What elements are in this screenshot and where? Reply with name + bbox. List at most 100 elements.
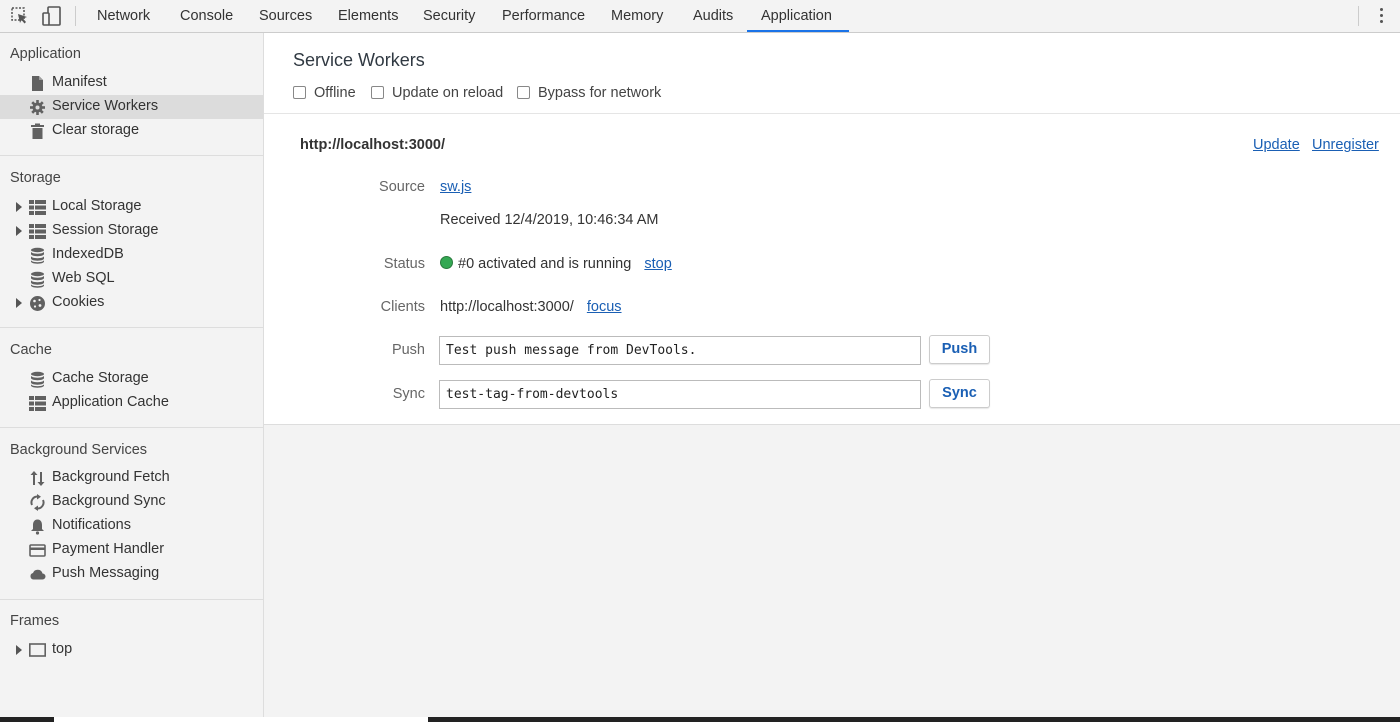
device-toolbar-icon[interactable] [42,6,62,26]
sidebar-item-label: Background Sync [52,493,166,509]
sync-button[interactable]: Sync [929,379,990,408]
section-title-application: Application [10,46,81,62]
checkbox-label: Update on reload [392,85,504,101]
tab-performance[interactable]: Performance [502,0,585,32]
toolbar-divider [75,6,76,26]
sidebar-item-background-sync[interactable]: Background Sync [0,490,263,514]
client-url: http://localhost:3000/ [440,299,574,315]
service-workers-panel: Service Workers Offline Update on reload… [264,33,1400,425]
tab-elements[interactable]: Elements [338,0,398,32]
push-message-input[interactable]: Test push message from DevTools. [439,336,921,365]
sidebar-item-payment-handler[interactable]: Payment Handler [0,538,263,562]
tab-network[interactable]: Network [97,0,150,32]
tab-audits[interactable]: Audits [693,0,733,32]
tab-application[interactable]: Application [761,0,832,32]
sidebar-item-label: IndexedDB [52,246,124,262]
update-link[interactable]: Update [1253,137,1300,153]
tab-security[interactable]: Security [423,0,475,32]
section-title-frames: Frames [10,613,60,629]
expand-arrow-icon[interactable] [16,226,22,236]
sidebar-item-indexeddb[interactable]: IndexedDB [0,243,263,267]
sync-label: Sync [392,386,425,402]
file-icon [32,76,43,91]
taskbar-segment [54,717,428,722]
sidebar-item-label: Clear storage [52,122,140,138]
section-title-storage: Storage [10,170,61,186]
header-divider [264,113,1400,114]
checkbox-box[interactable] [517,86,530,99]
sync-tag-input[interactable]: test-tag-from-devtools [439,380,921,409]
clients-label: Clients [380,299,425,315]
sidebar-item-label: top [52,641,73,657]
expand-arrow-icon[interactable] [16,645,22,655]
sidebar-item-label: Session Storage [52,222,159,238]
database-icon [31,371,44,388]
section-divider [0,599,263,600]
sidebar-item-manifest[interactable]: Manifest [0,71,263,95]
sidebar-item-label: Payment Handler [52,541,165,557]
sidebar-item-label: Web SQL [52,270,115,286]
push-button[interactable]: Push [929,335,990,364]
sidebar-item-session-storage[interactable]: Session Storage [0,219,263,243]
page-title: Service Workers [293,50,425,70]
sidebar-item-label: Cache Storage [52,370,149,386]
database-icon [31,247,44,264]
sidebar-item-service-workers[interactable]: Service Workers [0,95,263,119]
up-down-arrows-icon [30,471,45,486]
sidebar-item-notifications[interactable]: Notifications [0,514,263,538]
clients-value: http://localhost:3000/ focus [440,299,622,315]
main-content: Service Workers Offline Update on reload… [264,33,1400,722]
tab-console[interactable]: Console [180,0,233,32]
sidebar-item-background-fetch[interactable]: Background Fetch [0,466,263,490]
sidebar-item-web-sql[interactable]: Web SQL [0,267,263,291]
status-dot-icon [440,256,453,269]
sidebar-item-label: Background Fetch [52,469,170,485]
sidebar-item-application-cache[interactable]: Application Cache [0,391,263,415]
sidebar-item-label: Local Storage [52,198,142,214]
database-icon [31,271,44,288]
expand-arrow-icon[interactable] [16,202,22,212]
checkbox-label: Bypass for network [538,85,662,101]
tab-sources[interactable]: Sources [259,0,312,32]
credit-card-icon [29,544,46,557]
sidebar-item-clear-storage[interactable]: Clear storage [0,119,263,143]
taskbar-strip [0,717,1400,722]
status-label: Status [383,256,425,272]
section-title-background-services: Background Services [10,442,148,458]
toolbar-divider [1358,6,1359,26]
sidebar: Application Manifest Service Workers Cle… [0,33,264,722]
sidebar-item-label: Push Messaging [52,565,160,581]
status-value: #0 activated and is running stop [440,256,672,272]
sidebar-item-push-messaging[interactable]: Push Messaging [0,562,263,586]
tab-memory[interactable]: Memory [611,0,663,32]
checkbox-box[interactable] [293,86,306,99]
expand-arrow-icon[interactable] [16,298,22,308]
cookie-icon [30,296,45,311]
sidebar-item-label: Cookies [52,294,105,310]
section-divider [0,427,263,428]
checkbox-box[interactable] [371,86,384,99]
sidebar-item-label: Service Workers [52,98,159,114]
sidebar-item-label: Manifest [52,74,107,90]
sync-icon [30,494,45,511]
received-time: Received 12/4/2019, 10:46:34 AM [440,212,659,228]
sidebar-item-cookies[interactable]: Cookies [0,291,263,315]
stop-link[interactable]: stop [644,256,671,272]
gear-icon [30,100,45,115]
sidebar-item-local-storage[interactable]: Local Storage [0,195,263,219]
inspect-element-icon[interactable] [10,6,30,26]
focus-link[interactable]: focus [587,299,622,315]
source-label: Source [379,179,425,195]
more-options-icon[interactable] [1378,7,1386,25]
section-title-cache: Cache [10,342,52,358]
sidebar-item-label: Notifications [52,517,131,533]
sidebar-item-cache-storage[interactable]: Cache Storage [0,367,263,391]
grid-icon [29,396,46,411]
active-tab-indicator [747,30,849,32]
source-link[interactable]: sw.js [440,179,471,195]
grid-icon [29,224,46,239]
sidebar-item-top-frame[interactable]: top [0,638,263,662]
worker-origin: http://localhost:3000/ [300,137,446,153]
section-divider [0,155,263,156]
unregister-link[interactable]: Unregister [1312,137,1379,153]
